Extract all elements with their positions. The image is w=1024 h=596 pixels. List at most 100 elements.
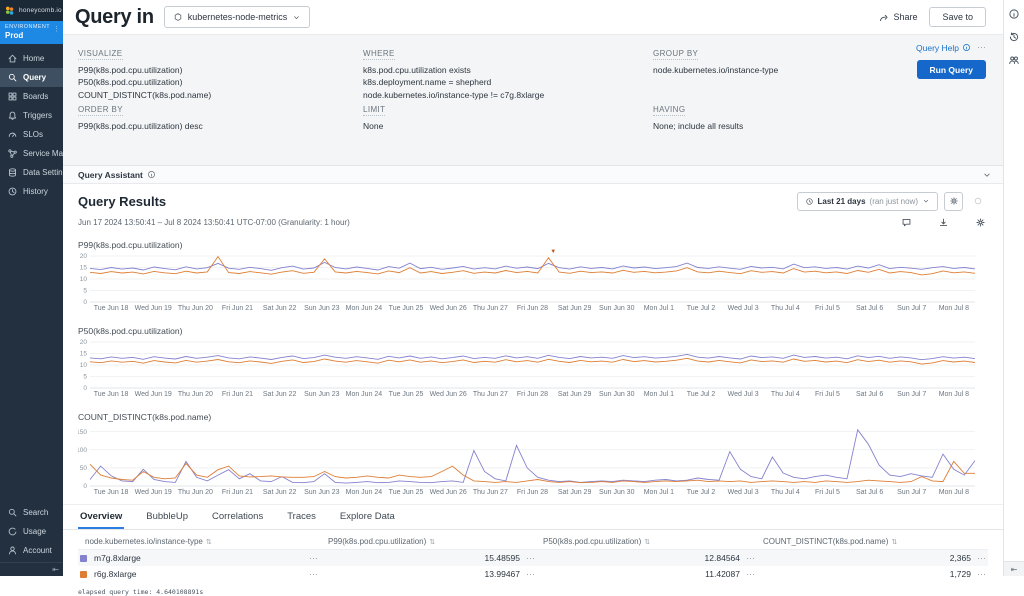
query-help-link[interactable]: Query Help bbox=[916, 43, 971, 53]
x-axis-tick-label: Sun Jun 23 bbox=[301, 391, 343, 398]
limit-group[interactable]: LIMIT None bbox=[363, 99, 653, 155]
download-icon[interactable] bbox=[938, 217, 949, 228]
x-axis-tick-label: Tue Jun 18 bbox=[90, 489, 132, 496]
having-group[interactable]: HAVING None; include all results bbox=[653, 99, 1003, 155]
x-axis-tick-label: Sat Jun 29 bbox=[554, 391, 596, 398]
share-button[interactable]: Share bbox=[878, 12, 917, 23]
sort-icon[interactable]: ⇅ bbox=[891, 538, 897, 546]
count-value: 1,729 bbox=[950, 569, 971, 579]
query-clause[interactable]: None; include all results bbox=[653, 120, 1003, 132]
sort-icon[interactable]: ⇅ bbox=[644, 538, 650, 546]
info-icon[interactable] bbox=[1008, 8, 1020, 20]
query-builder: VISUALIZE P99(k8s.pod.cpu.utilization)P5… bbox=[63, 34, 1003, 166]
cell-more-icon[interactable]: ⋯ bbox=[977, 569, 986, 580]
home-icon bbox=[7, 53, 18, 64]
query-help-label: Query Help bbox=[916, 43, 959, 53]
history-icon[interactable] bbox=[1008, 31, 1020, 43]
builder-column-1: VISUALIZE P99(k8s.pod.cpu.utilization)P5… bbox=[78, 43, 363, 155]
where-group[interactable]: WHERE k8s.pod.cpu.utilization existsk8s.… bbox=[363, 43, 653, 99]
tab-correlations[interactable]: Correlations bbox=[210, 505, 265, 529]
cell-more-icon[interactable]: ⋯ bbox=[977, 553, 986, 564]
sidebar-item-service-map[interactable]: Service Map bbox=[0, 144, 63, 163]
visualize-heading: VISUALIZE bbox=[78, 49, 123, 60]
row-more-icon[interactable]: ⋯ bbox=[309, 569, 318, 580]
chart-title: P99(k8s.pod.cpu.utilization) bbox=[78, 240, 1003, 250]
x-axis-tick-label: Thu Jun 20 bbox=[174, 391, 216, 398]
run-query-button[interactable]: Run Query bbox=[917, 60, 986, 79]
query-header: Query in kubernetes-node-metrics Share S… bbox=[63, 0, 1003, 34]
query-settings-button[interactable] bbox=[944, 192, 963, 211]
cell-more-icon[interactable]: ⋯ bbox=[526, 553, 535, 564]
column-header-node-kubernetes-io-instance-type[interactable]: node.kubernetes.io/instance-type⇅ bbox=[78, 537, 328, 546]
sidebar-item-boards[interactable]: Boards bbox=[0, 87, 63, 106]
sort-icon[interactable]: ⇅ bbox=[206, 538, 212, 546]
trigger-marker-icon[interactable]: ▼ bbox=[550, 249, 556, 255]
table-row[interactable]: r6g.8xlarge⋯13.99467⋯11.42087⋯1,729⋯ bbox=[78, 566, 988, 582]
results-header: Query Results Last 21 days (ran just now… bbox=[63, 184, 1003, 214]
person-icon bbox=[7, 545, 18, 556]
x-axis-tick-label: Tue Jun 18 bbox=[90, 391, 132, 398]
x-axis-tick-label: Fri Jul 5 bbox=[806, 305, 848, 312]
save-to-button[interactable]: Save to bbox=[929, 7, 986, 27]
chart-canvas[interactable]: 05101520 bbox=[78, 252, 975, 304]
panel-collapse-button[interactable]: ⇤ bbox=[1004, 561, 1024, 576]
query-assistant-bar[interactable]: Query Assistant bbox=[63, 166, 1003, 184]
chart-canvas[interactable]: 05101520 bbox=[78, 338, 975, 390]
team-icon[interactable] bbox=[1008, 54, 1020, 66]
x-axis-tick-label: Fri Jul 5 bbox=[806, 489, 848, 496]
sidebar-item-home[interactable]: Home bbox=[0, 49, 63, 68]
row-more-icon[interactable]: ⋯ bbox=[309, 553, 318, 564]
honeycomb-logo[interactable]: honeycomb.io bbox=[0, 0, 63, 21]
sidebar-item-search[interactable]: Search bbox=[0, 503, 63, 522]
sidebar-collapse-button[interactable]: ⇤ bbox=[0, 562, 63, 576]
dataset-name: kubernetes-node-metrics bbox=[188, 12, 288, 22]
environment-menu-icon[interactable]: ⋮ bbox=[53, 25, 60, 33]
sidebar-item-slos[interactable]: SLOs bbox=[0, 125, 63, 144]
elapsed-query-time: elapsed query time: 4.640108891s bbox=[78, 588, 1003, 596]
time-range-selector[interactable]: Last 21 days (ran just now) bbox=[797, 192, 939, 211]
sidebar-item-usage[interactable]: Usage bbox=[0, 522, 63, 541]
query-clause[interactable]: P99(k8s.pod.cpu.utilization) desc bbox=[78, 120, 363, 132]
order-by-group[interactable]: ORDER BY P99(k8s.pod.cpu.utilization) de… bbox=[78, 99, 363, 155]
tab-overview[interactable]: Overview bbox=[78, 505, 124, 529]
x-axis-labels: Tue Jun 18Wed Jun 19Thu Jun 20Fri Jun 21… bbox=[90, 391, 975, 398]
query-clause[interactable]: None bbox=[363, 120, 653, 132]
table-row[interactable]: m7g.8xlarge⋯15.48595⋯12.84564⋯2,365⋯ bbox=[78, 550, 988, 566]
gear-icon[interactable] bbox=[975, 217, 986, 228]
sidebar-item-data-settings[interactable]: Data Settings bbox=[0, 163, 63, 182]
chevron-down-icon[interactable] bbox=[982, 170, 992, 180]
svg-text:10: 10 bbox=[80, 362, 88, 369]
builder-column-2: WHERE k8s.pod.cpu.utilization existsk8s.… bbox=[363, 43, 653, 155]
column-header-p99-k8s-pod-cpu-utilization-[interactable]: P99(k8s.pod.cpu.utilization)⇅ bbox=[328, 537, 543, 546]
cell-more-icon[interactable]: ⋯ bbox=[746, 553, 755, 564]
chart-count-distinct-k8s-pod-name-: COUNT_DISTINCT(k8s.pod.name)050100150Tue… bbox=[63, 412, 1003, 496]
dataset-selector[interactable]: kubernetes-node-metrics bbox=[164, 6, 311, 28]
column-header-count-distinct-k8s-pod-name-[interactable]: COUNT_DISTINCT(k8s.pod.name)⇅ bbox=[763, 537, 988, 546]
x-axis-tick-label: Thu Jun 27 bbox=[469, 391, 511, 398]
sidebar-item-account[interactable]: Account bbox=[0, 541, 63, 560]
query-clause[interactable]: k8s.pod.cpu.utilization exists bbox=[363, 64, 653, 76]
query-clause[interactable]: k8s.deployment.name = shepherd bbox=[363, 76, 653, 88]
sort-icon[interactable]: ⇅ bbox=[429, 538, 435, 546]
chart-canvas[interactable]: 050100150 bbox=[78, 424, 975, 488]
cell-more-icon[interactable]: ⋯ bbox=[526, 569, 535, 580]
tab-traces[interactable]: Traces bbox=[285, 505, 318, 529]
environment-selector[interactable]: ENVIRONMENT Prod ⋮ bbox=[0, 21, 63, 44]
cell-more-icon[interactable]: ⋯ bbox=[746, 569, 755, 580]
query-clause[interactable]: P99(k8s.pod.cpu.utilization) bbox=[78, 64, 363, 76]
tab-explore-data[interactable]: Explore Data bbox=[338, 505, 397, 529]
sidebar-item-triggers[interactable]: Triggers bbox=[0, 106, 63, 125]
sidebar-item-query[interactable]: Query bbox=[0, 68, 63, 87]
x-axis-tick-label: Sat Jul 6 bbox=[849, 489, 891, 496]
x-axis-tick-label: Wed Jul 3 bbox=[722, 305, 764, 312]
more-options-icon[interactable]: ⋯ bbox=[977, 42, 986, 53]
tab-bubbleup[interactable]: BubbleUp bbox=[144, 505, 190, 529]
query-clause[interactable]: P50(k8s.pod.cpu.utilization) bbox=[78, 76, 363, 88]
x-axis-tick-label: Fri Jul 5 bbox=[806, 391, 848, 398]
visualize-clauses: P99(k8s.pod.cpu.utilization)P50(k8s.pod.… bbox=[78, 64, 363, 101]
comment-icon[interactable] bbox=[901, 217, 912, 228]
sidebar-item-history[interactable]: History bbox=[0, 182, 63, 201]
column-header-p50-k8s-pod-cpu-utilization-[interactable]: P50(k8s.pod.cpu.utilization)⇅ bbox=[543, 537, 763, 546]
share-label: Share bbox=[893, 12, 917, 22]
visualize-group[interactable]: VISUALIZE P99(k8s.pod.cpu.utilization)P5… bbox=[78, 43, 363, 99]
